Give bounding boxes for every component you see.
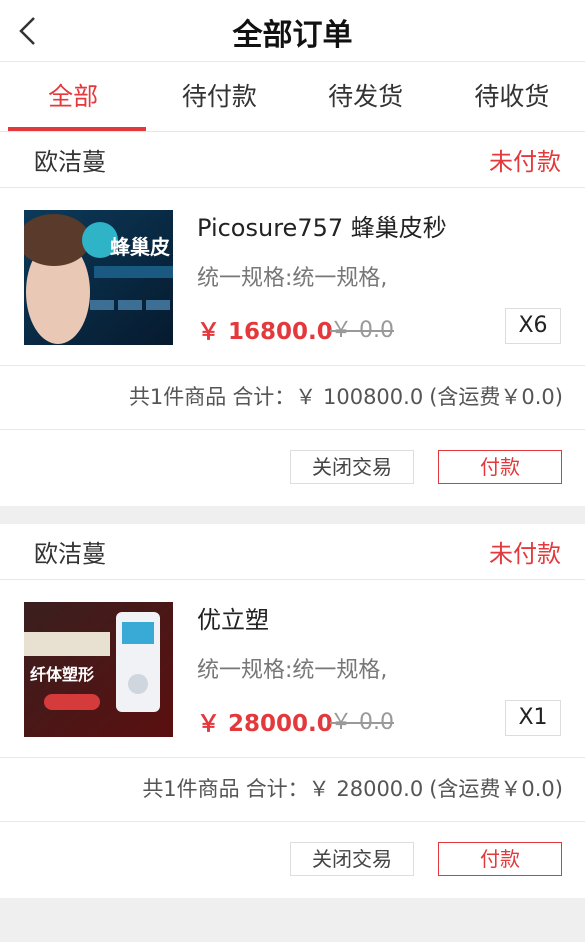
order-total: 合计：￥ 28000.0 bbox=[245, 777, 424, 801]
order-header: 欧洁蔓 未付款 bbox=[0, 132, 585, 188]
product-spec: 统一规格:统一规格, bbox=[197, 658, 388, 683]
product-image[interactable]: 纤体塑形 bbox=[24, 602, 173, 737]
pay-button[interactable]: 付款 bbox=[438, 450, 562, 484]
order-card: 欧洁蔓 未付款 纤体塑形 优立塑 统一规格:统一规格, ￥ 28000.0 ￥ … bbox=[0, 524, 585, 898]
order-actions: 关闭交易 付款 bbox=[0, 822, 585, 898]
product-price: ￥ 28000.0 bbox=[197, 711, 333, 737]
tab-pending-payment[interactable]: 待付款 bbox=[146, 62, 292, 131]
order-header: 欧洁蔓 未付款 bbox=[0, 524, 585, 580]
page-header: 全部订单 bbox=[0, 0, 585, 62]
order-actions: 关闭交易 付款 bbox=[0, 430, 585, 506]
pay-button[interactable]: 付款 bbox=[438, 842, 562, 876]
shipping-fee: (含运费￥0.0) bbox=[429, 385, 563, 409]
product-name[interactable]: 优立塑 bbox=[197, 600, 269, 635]
product-name[interactable]: Picosure757 蜂巢皮秒 bbox=[197, 208, 447, 243]
close-trade-button[interactable]: 关闭交易 bbox=[290, 450, 414, 484]
order-summary: 共1件商品 合计：￥ 28000.0 (含运费￥0.0) bbox=[0, 758, 585, 822]
page-title: 全部订单 bbox=[232, 18, 353, 53]
order-status: 未付款 bbox=[489, 148, 561, 176]
tab-all[interactable]: 全部 bbox=[0, 62, 147, 131]
original-price: ￥ 0.0 bbox=[330, 710, 394, 735]
order-tabs: 全部 待付款 待发货 待收货 bbox=[0, 62, 585, 132]
quantity-badge: X6 bbox=[505, 308, 561, 344]
tab-pending-receipt[interactable]: 待收货 bbox=[439, 62, 585, 131]
close-trade-button[interactable]: 关闭交易 bbox=[290, 842, 414, 876]
product-price: ￥ 16800.0 bbox=[197, 319, 333, 345]
product-row[interactable]: 纤体塑形 优立塑 统一规格:统一规格, ￥ 28000.0 ￥ 0.0 X1 bbox=[0, 580, 585, 758]
svg-text:蜂巢皮: 蜂巢皮 bbox=[110, 235, 170, 259]
item-count: 共1件商品 bbox=[128, 385, 227, 409]
shipping-fee: (含运费￥0.0) bbox=[429, 777, 563, 801]
product-image[interactable]: 蜂巢皮 bbox=[24, 210, 173, 345]
original-price: ￥ 0.0 bbox=[330, 318, 394, 343]
svg-text:纤体塑形: 纤体塑形 bbox=[30, 665, 94, 684]
shop-name[interactable]: 欧洁蔓 bbox=[34, 142, 106, 177]
order-summary: 共1件商品 合计：￥ 100800.0 (含运费￥0.0) bbox=[0, 366, 585, 430]
product-spec: 统一规格:统一规格, bbox=[197, 266, 388, 291]
order-status: 未付款 bbox=[489, 540, 561, 568]
tab-pending-shipment[interactable]: 待发货 bbox=[293, 62, 439, 131]
product-row[interactable]: 蜂巢皮 Picosure757 蜂巢皮秒 统一规格:统一规格, ￥ 16800.… bbox=[0, 188, 585, 366]
order-card: 欧洁蔓 未付款 蜂巢皮 Picosure757 蜂巢皮秒 统一规格:统一规格, … bbox=[0, 132, 585, 506]
item-count: 共1件商品 bbox=[142, 777, 240, 801]
order-total: 合计：￥ 100800.0 bbox=[232, 385, 424, 409]
quantity-badge: X1 bbox=[505, 700, 561, 736]
shop-name[interactable]: 欧洁蔓 bbox=[34, 534, 106, 569]
